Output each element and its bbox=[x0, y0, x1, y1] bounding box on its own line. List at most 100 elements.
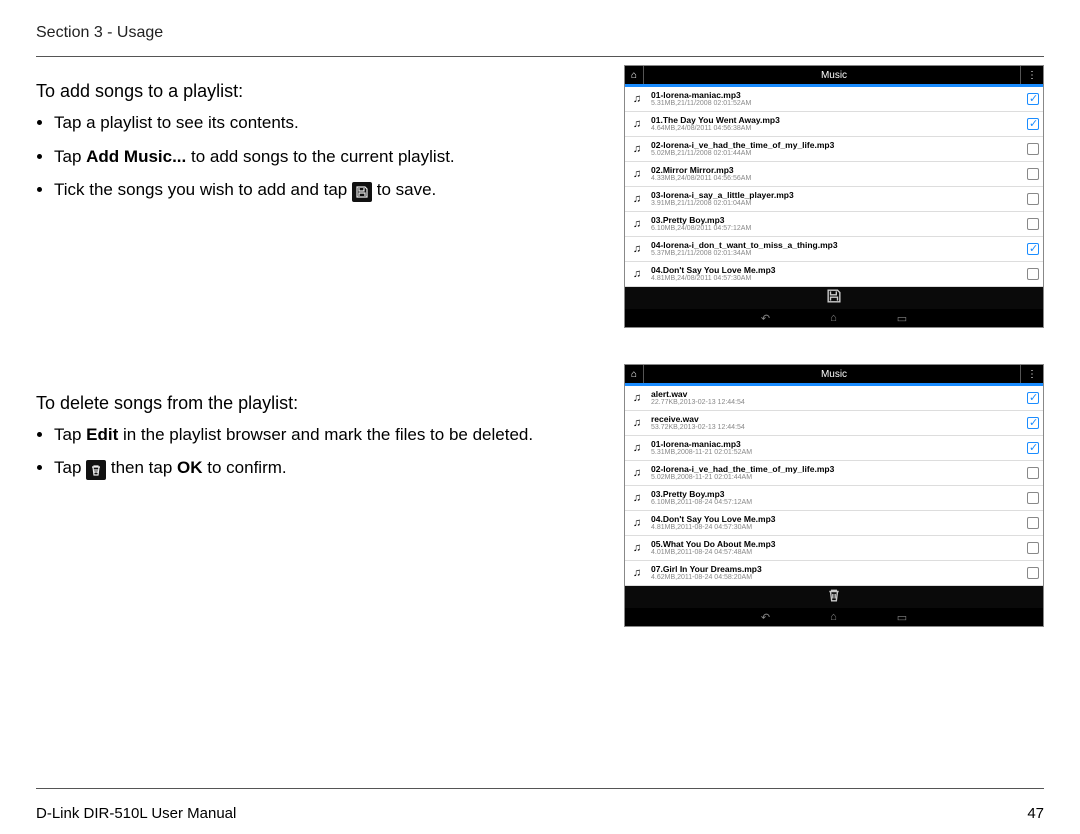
checkbox[interactable] bbox=[1027, 243, 1039, 255]
topbar: ⌂ Music ⋮ bbox=[625, 365, 1043, 383]
song-title: 04.Don't Say You Love Me.mp3 bbox=[651, 266, 1021, 275]
phone-delete-screenshot: ⌂ Music ⋮ ♫alert.wav22.77KB,2013-02-13 1… bbox=[624, 364, 1044, 627]
back-icon[interactable]: ↶ bbox=[761, 312, 770, 325]
song-text: 02-lorena-i_ve_had_the_time_of_my_life.m… bbox=[651, 141, 1021, 157]
song-row[interactable]: ♫alert.wav22.77KB,2013-02-13 12:44:54 bbox=[625, 386, 1043, 411]
checkbox[interactable] bbox=[1027, 567, 1039, 579]
add-songs-list: Tap a playlist to see its contents. Tap … bbox=[54, 110, 606, 203]
song-meta: 53.72KB,2013-02-13 12:44:54 bbox=[651, 424, 1021, 431]
app-title: Music bbox=[625, 369, 1043, 380]
home-nav-icon[interactable]: ⌂ bbox=[830, 312, 837, 324]
song-row[interactable]: ♫01-lorena-maniac.mp35.31MB,21/11/2008 0… bbox=[625, 87, 1043, 112]
song-list: ♫01-lorena-maniac.mp35.31MB,21/11/2008 0… bbox=[625, 87, 1043, 287]
song-row[interactable]: ♫ 02-lorena-i_ve_had_the_time_of_my_life.… bbox=[625, 137, 1043, 162]
song-meta: 5.31MB,2008-11-21 02:01:52AM bbox=[651, 449, 1021, 456]
content: To add songs to a playlist: Tap a playli… bbox=[36, 65, 1044, 788]
song-title: 01-lorena-maniac.mp3 bbox=[651, 440, 1021, 449]
home-icon[interactable]: ⌂ bbox=[625, 365, 644, 383]
recents-icon[interactable]: ▭ bbox=[897, 611, 907, 624]
phone-add-screenshot: ⌂ Music ⋮ ♫01-lorena-maniac.mp35.31MB,21… bbox=[624, 65, 1044, 328]
add-songs-intro: To add songs to a playlist: bbox=[36, 81, 606, 102]
song-row[interactable]: ♫04.Don't Say You Love Me.mp34.81MB,2011… bbox=[625, 511, 1043, 536]
song-text: 01.The Day You Went Away.mp34.64MB,24/08… bbox=[651, 116, 1021, 132]
song-meta: 4.81MB,2011-08-24 04:57:30AM bbox=[651, 524, 1021, 531]
action-bar bbox=[625, 586, 1043, 608]
screenshot-column: ⌂ Music ⋮ ♫01-lorena-maniac.mp35.31MB,21… bbox=[624, 65, 1044, 788]
song-title: 02.Mirror Mirror.mp3 bbox=[651, 166, 1021, 175]
text: then tap bbox=[111, 458, 177, 477]
menu-icon[interactable]: ⋮ bbox=[1020, 66, 1043, 84]
song-title: 07.Girl In Your Dreams.mp3 bbox=[651, 565, 1021, 574]
song-row[interactable]: ♫ 03.Pretty Boy.mp36.10MB,2011-08-24 04:5… bbox=[625, 486, 1043, 511]
song-row[interactable]: ♫03.Pretty Boy.mp36.10MB,24/08/2011 04:5… bbox=[625, 212, 1043, 237]
song-meta: 6.10MB,2011-08-24 04:57:12AM bbox=[651, 499, 1021, 506]
music-note-icon: ♫ bbox=[629, 465, 645, 481]
checkbox[interactable] bbox=[1027, 517, 1039, 529]
topbar: ⌂ Music ⋮ bbox=[625, 66, 1043, 84]
checkbox[interactable] bbox=[1027, 168, 1039, 180]
song-row[interactable]: ♫02-lorena-i_ve_had_the_time_of_my_life.… bbox=[625, 461, 1043, 486]
song-meta: 5.02MB,21/11/2008 02:01:44AM bbox=[651, 150, 1021, 157]
song-meta: 4.01MB,2011-08-24 04:57:48AM bbox=[651, 549, 1021, 556]
menu-icon[interactable]: ⋮ bbox=[1020, 365, 1043, 383]
song-title: 04.Don't Say You Love Me.mp3 bbox=[651, 515, 1021, 524]
music-note-icon: ♫ bbox=[629, 415, 645, 431]
checkbox[interactable] bbox=[1027, 467, 1039, 479]
checkbox[interactable] bbox=[1027, 492, 1039, 504]
checkbox[interactable] bbox=[1027, 268, 1039, 280]
checkbox[interactable] bbox=[1027, 417, 1039, 429]
home-icon[interactable]: ⌂ bbox=[625, 66, 644, 84]
checkbox[interactable] bbox=[1027, 542, 1039, 554]
instructions-column: To add songs to a playlist: Tap a playli… bbox=[36, 65, 606, 788]
song-row[interactable]: ♫ receive.wav53.72KB,2013-02-13 12:44:54 bbox=[625, 411, 1043, 436]
checkbox[interactable] bbox=[1027, 442, 1039, 454]
song-text: 04.Don't Say You Love Me.mp34.81MB,2011-… bbox=[651, 515, 1021, 531]
song-meta: 22.77KB,2013-02-13 12:44:54 bbox=[651, 399, 1021, 406]
trash-icon[interactable] bbox=[827, 588, 841, 607]
music-note-icon: ♫ bbox=[629, 266, 645, 282]
song-text: 03.Pretty Boy.mp36.10MB,2011-08-24 04:57… bbox=[651, 490, 1021, 506]
song-title: 03.Pretty Boy.mp3 bbox=[651, 490, 1021, 499]
bullet-tap-add-music: Tap Add Music... to add songs to the cur… bbox=[54, 144, 606, 170]
home-nav-icon[interactable]: ⌂ bbox=[830, 611, 837, 623]
song-meta: 4.81MB,24/08/2011 04:57:30AM bbox=[651, 275, 1021, 282]
music-note-icon: ♫ bbox=[629, 241, 645, 257]
text: to add songs to the current playlist. bbox=[186, 147, 454, 166]
music-note-icon: ♫ bbox=[629, 141, 645, 157]
checkbox[interactable] bbox=[1027, 143, 1039, 155]
music-note-icon: ♫ bbox=[629, 116, 645, 132]
song-text: 05.What You Do About Me.mp34.01MB,2011-0… bbox=[651, 540, 1021, 556]
song-row[interactable]: ♫03-lorena-i_say_a_little_player.mp33.91… bbox=[625, 187, 1043, 212]
text: in the playlist browser and mark the fil… bbox=[118, 425, 533, 444]
save-icon[interactable] bbox=[827, 289, 841, 308]
nav-bar: ↶ ⌂ ▭ bbox=[625, 608, 1043, 626]
song-text: receive.wav53.72KB,2013-02-13 12:44:54 bbox=[651, 415, 1021, 431]
music-note-icon: ♫ bbox=[629, 490, 645, 506]
song-row[interactable]: ♫05.What You Do About Me.mp34.01MB,2011-… bbox=[625, 536, 1043, 561]
music-note-icon: ♫ bbox=[629, 216, 645, 232]
back-icon[interactable]: ↶ bbox=[761, 611, 770, 624]
checkbox[interactable] bbox=[1027, 218, 1039, 230]
song-title: 03.Pretty Boy.mp3 bbox=[651, 216, 1021, 225]
song-row[interactable]: ♫02.Mirror Mirror.mp34.33MB,24/08/2011 0… bbox=[625, 162, 1043, 187]
song-row[interactable]: ♫04-lorena-i_don_t_want_to_miss_a_thing.… bbox=[625, 237, 1043, 262]
song-row[interactable]: ♫ 01.The Day You Went Away.mp34.64MB,24/0… bbox=[625, 112, 1043, 137]
recents-icon[interactable]: ▭ bbox=[897, 312, 907, 325]
checkbox[interactable] bbox=[1027, 118, 1039, 130]
header-rule bbox=[36, 56, 1044, 57]
add-music-bold: Add Music... bbox=[86, 147, 186, 166]
song-row[interactable]: ♫07.Girl In Your Dreams.mp34.62MB,2011-0… bbox=[625, 561, 1043, 586]
checkbox[interactable] bbox=[1027, 93, 1039, 105]
song-row[interactable]: ♫01-lorena-maniac.mp35.31MB,2008-11-21 0… bbox=[625, 436, 1043, 461]
text: Tap bbox=[54, 147, 86, 166]
checkbox[interactable] bbox=[1027, 392, 1039, 404]
music-note-icon: ♫ bbox=[629, 565, 645, 581]
trash-icon bbox=[86, 460, 106, 480]
song-meta: 5.02MB,2008-11-21 02:01:44AM bbox=[651, 474, 1021, 481]
song-text: 04.Don't Say You Love Me.mp34.81MB,24/08… bbox=[651, 266, 1021, 282]
bullet-tap-edit: Tap Edit in the playlist browser and mar… bbox=[54, 422, 606, 448]
delete-songs-list: Tap Edit in the playlist browser and mar… bbox=[54, 422, 606, 481]
app-title: Music bbox=[625, 70, 1043, 81]
checkbox[interactable] bbox=[1027, 193, 1039, 205]
song-row[interactable]: ♫ 04.Don't Say You Love Me.mp34.81MB,24/0… bbox=[625, 262, 1043, 287]
